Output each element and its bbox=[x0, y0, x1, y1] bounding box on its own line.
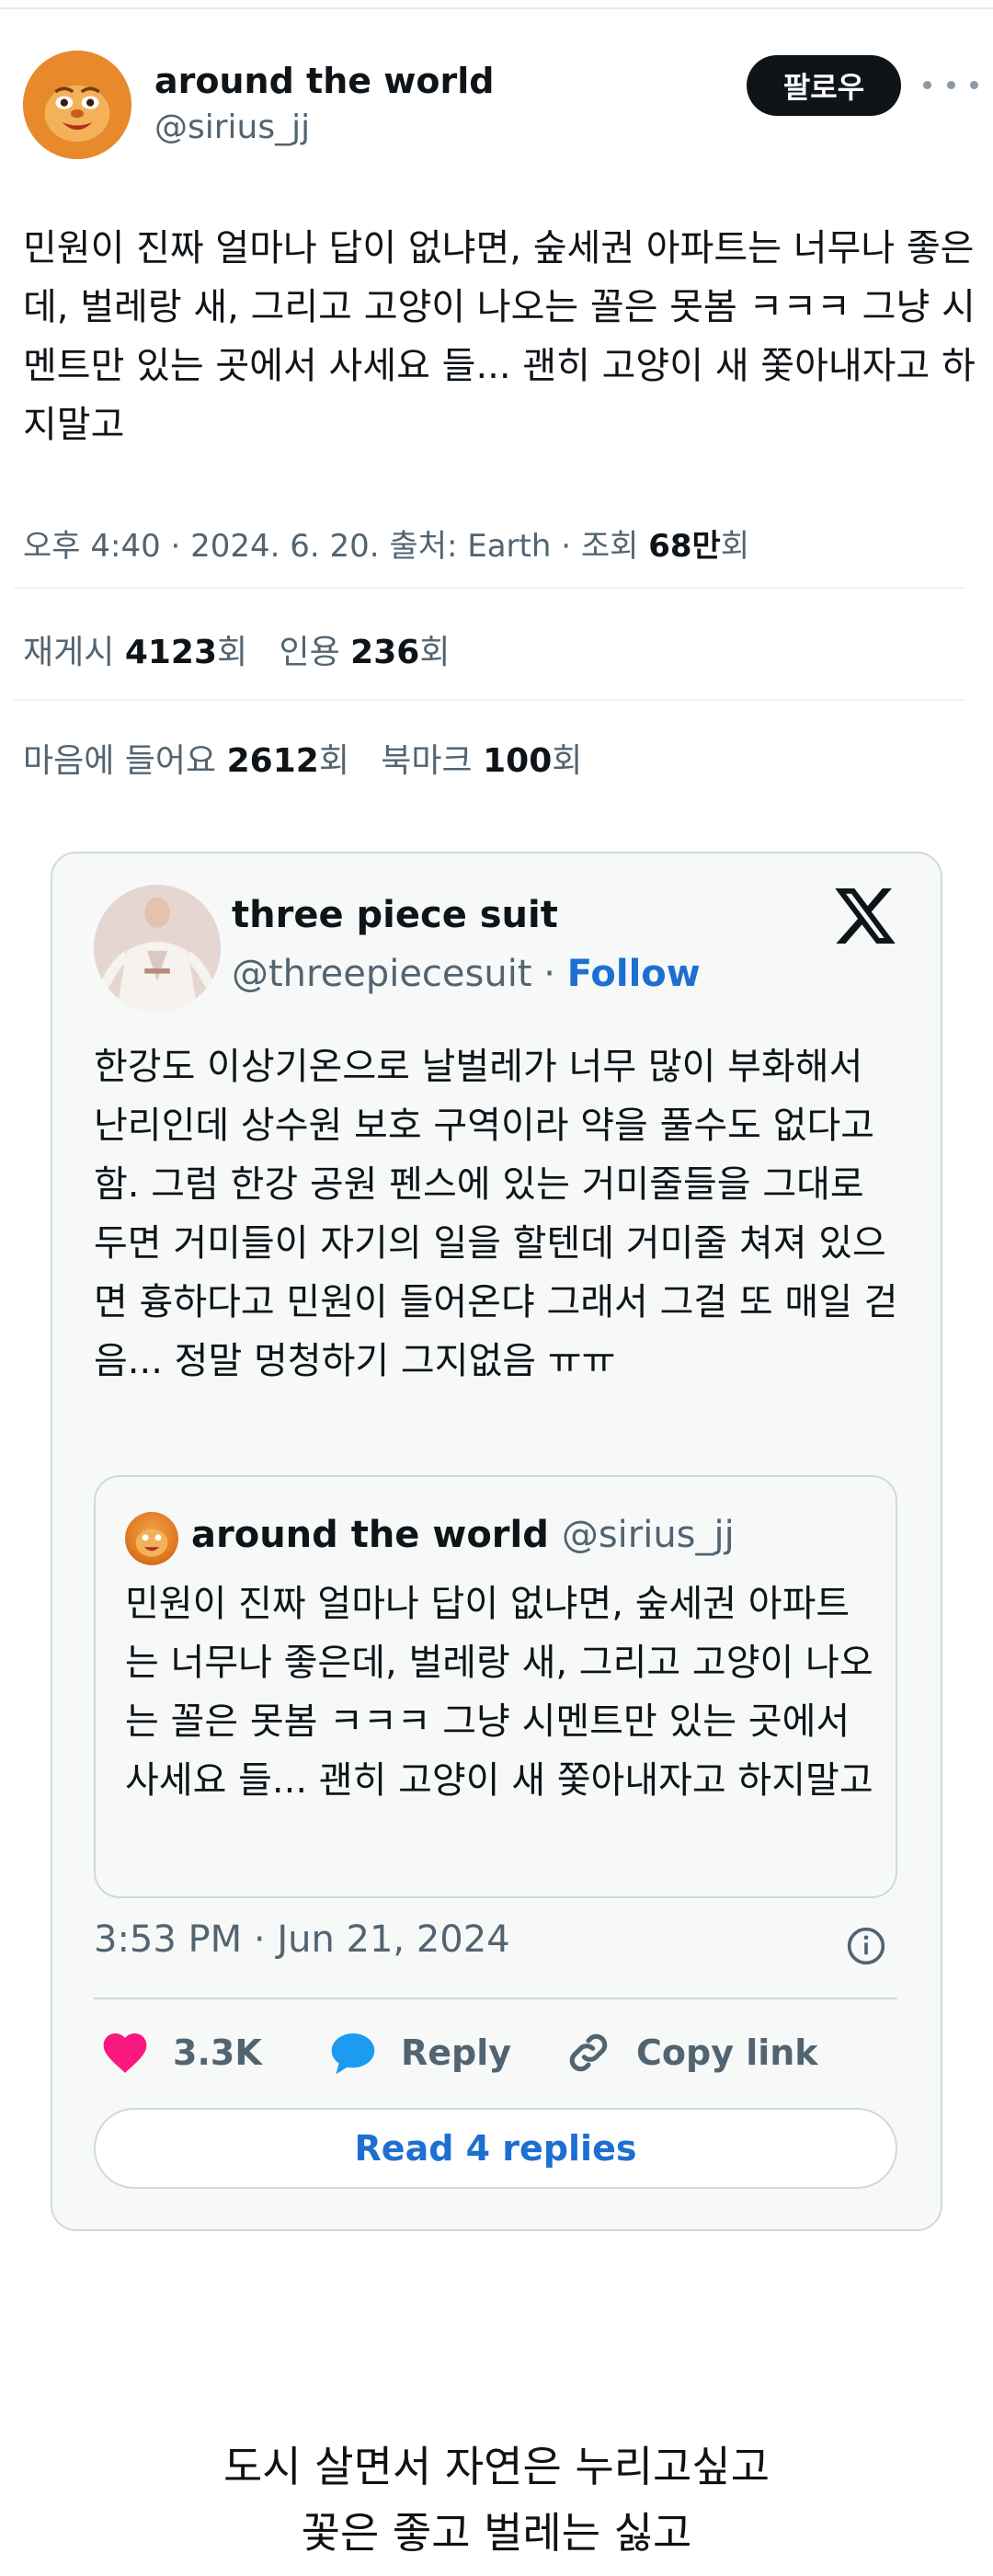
speech-bubble-icon bbox=[331, 2033, 375, 2075]
copy-link-label: Copy link bbox=[636, 2032, 818, 2073]
heart-icon bbox=[103, 2033, 147, 2073]
caption-line-1: 도시 살면서 자연은 누리고싶고 bbox=[223, 2442, 770, 2491]
like-count: 3.3K bbox=[173, 2032, 262, 2073]
quoted-author: around the world @sirius_jj bbox=[191, 1514, 735, 1556]
divider bbox=[14, 587, 965, 589]
engagement-stats-row-1: 재게시 4123회 인용 236회 bbox=[23, 625, 450, 673]
bookmarks-label: 북마크 bbox=[381, 742, 484, 780]
quoted-display-name: around the world bbox=[191, 1514, 549, 1556]
quotes-stat[interactable]: 인용 236회 bbox=[279, 634, 450, 671]
caption-line-2: 꽃은 좋고 벌레는 싫고 bbox=[301, 2508, 692, 2558]
likes-count: 2612 bbox=[226, 742, 319, 780]
engagement-stats-row-2: 마음에 들어요 2612회 북마크 100회 bbox=[23, 734, 582, 782]
reply-button[interactable]: Reply bbox=[327, 2023, 511, 2082]
card-tweet-text: 한강도 이상기온으로 날벌레가 너무 많이 부화해서 난리인데 상수원 보호 구… bbox=[94, 1046, 898, 1382]
likes-label: 마음에 들어요 bbox=[23, 742, 227, 780]
retweets-label: 재게시 bbox=[23, 634, 125, 671]
tweet-meta: 오후 4:40 · 2024. 6. 20. 출처: Earth · 조회 68… bbox=[23, 521, 749, 566]
meta-time-source: 오후 4:40 · 2024. 6. 20. 출처: Earth · 조회 bbox=[23, 528, 649, 565]
retweets-suffix: 회 bbox=[217, 634, 248, 671]
read-replies-button[interactable]: Read 4 replies bbox=[94, 2108, 897, 2189]
retweets-count: 4123 bbox=[124, 634, 218, 671]
quotes-label: 인용 bbox=[279, 634, 351, 671]
card-handle-row: @threepiecesuit · Follow bbox=[232, 953, 701, 995]
divider bbox=[14, 699, 965, 701]
x-logo-icon[interactable] bbox=[835, 888, 896, 944]
link-icon bbox=[569, 2033, 608, 2072]
display-name[interactable]: around the world bbox=[154, 61, 494, 101]
top-divider bbox=[0, 7, 993, 9]
bookmarks-count: 100 bbox=[483, 742, 553, 780]
avatar[interactable] bbox=[23, 51, 131, 159]
user-handle[interactable]: @sirius_jj bbox=[154, 109, 310, 146]
card-follow-link[interactable]: Follow bbox=[567, 953, 701, 995]
card-divider bbox=[94, 1998, 897, 1999]
reply-label: Reply bbox=[401, 2032, 512, 2073]
more-options-icon[interactable] bbox=[923, 66, 978, 103]
monkey-avatar-icon bbox=[135, 1528, 168, 1557]
bookmarks-stat[interactable]: 북마크 100회 bbox=[381, 742, 582, 780]
info-icon[interactable] bbox=[846, 1926, 886, 1966]
tweet-text: 민원이 진짜 얼마나 답이 없냐면, 숲세권 아파트는 너무나 좋은데, 벌레랑… bbox=[23, 227, 976, 446]
likes-suffix: 회 bbox=[318, 742, 349, 780]
card-avatar[interactable] bbox=[94, 885, 221, 1012]
quotes-suffix: 회 bbox=[419, 634, 451, 671]
quoted-avatar bbox=[125, 1512, 178, 1565]
view-count: 68만 bbox=[648, 528, 721, 565]
handle-separator: · bbox=[531, 953, 567, 995]
follow-button[interactable]: 팔로우 bbox=[747, 55, 901, 116]
quoted-text: 민원이 진짜 얼마나 답이 없냐면, 숲세권 아파트는 너무나 좋은데, 벌레랑… bbox=[125, 1583, 873, 1802]
quotes-count: 236 bbox=[350, 634, 420, 671]
card-display-name[interactable]: three piece suit bbox=[232, 894, 558, 936]
retweets-stat[interactable]: 재게시 4123회 bbox=[23, 634, 247, 671]
monkey-avatar-icon bbox=[23, 51, 131, 159]
card-handle[interactable]: @threepiecesuit bbox=[232, 953, 532, 995]
view-suffix: 회 bbox=[720, 528, 750, 565]
copy-link-button[interactable]: Copy link bbox=[563, 2023, 818, 2082]
card-timestamp[interactable]: 3:53 PM · Jun 21, 2024 bbox=[94, 1918, 510, 1961]
bookmarks-suffix: 회 bbox=[552, 742, 583, 780]
person-avatar-icon bbox=[94, 885, 221, 1012]
like-button[interactable]: 3.3K bbox=[99, 2023, 262, 2082]
quoted-handle: @sirius_jj bbox=[561, 1514, 735, 1556]
likes-stat[interactable]: 마음에 들어요 2612회 bbox=[23, 742, 349, 780]
